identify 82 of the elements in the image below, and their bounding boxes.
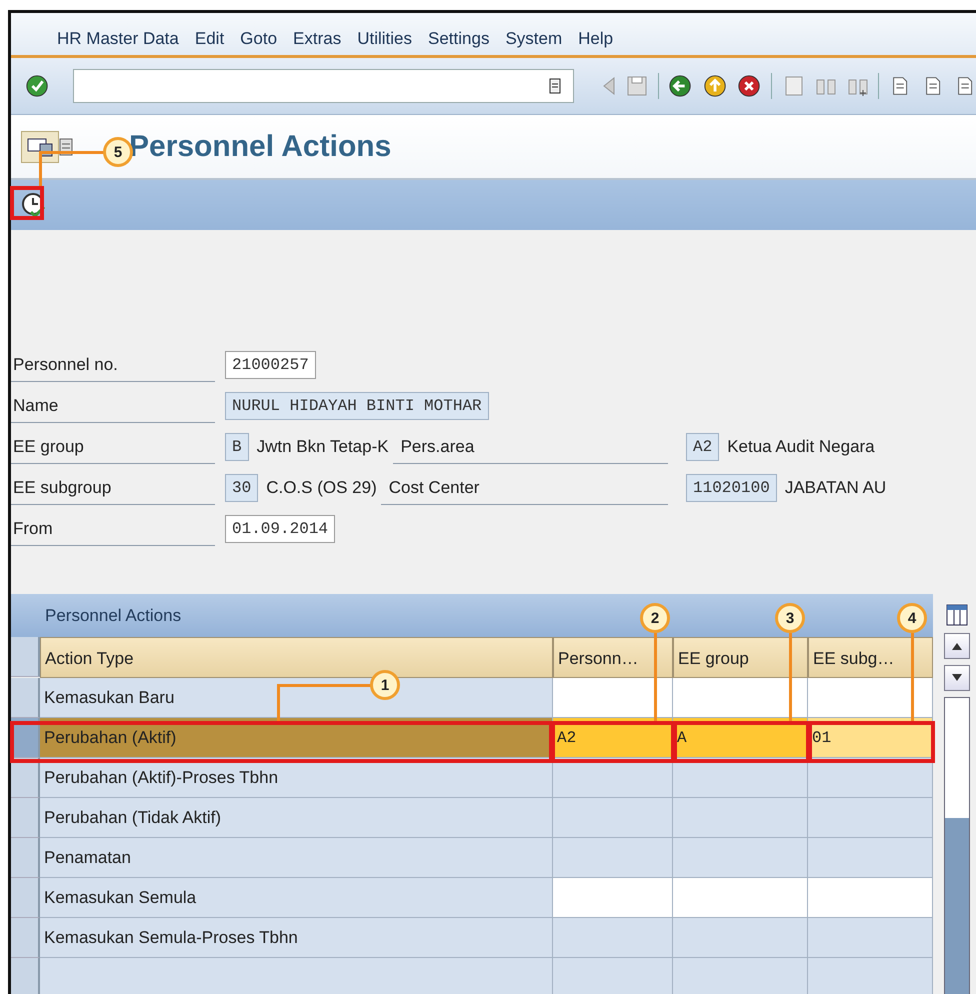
menu-item[interactable]: Utilities xyxy=(357,29,412,49)
table-cell[interactable] xyxy=(553,878,673,918)
save-icon[interactable] xyxy=(625,74,648,98)
row-selector[interactable] xyxy=(11,678,40,718)
field-label: EE group xyxy=(11,430,215,464)
menu-item[interactable]: Settings xyxy=(428,29,490,49)
down-arrow-icon xyxy=(952,674,962,682)
confirm-icon[interactable] xyxy=(25,73,50,99)
table-cell[interactable] xyxy=(553,798,673,838)
field-label: Pers.area xyxy=(392,430,668,464)
menu-item[interactable]: Extras xyxy=(293,29,342,49)
field-description: JABATAN AU xyxy=(784,478,886,498)
table-cell[interactable] xyxy=(553,918,673,958)
column-header[interactable]: EE group xyxy=(673,637,808,678)
field-label: From xyxy=(11,512,215,546)
menu-item[interactable]: Help xyxy=(578,29,614,49)
row-selector[interactable] xyxy=(11,798,40,838)
screen-icon[interactable] xyxy=(21,130,59,162)
column-header[interactable]: Action Type xyxy=(40,637,553,678)
row-selector[interactable] xyxy=(11,878,40,918)
field-label: Name xyxy=(11,388,215,422)
field-description: Ketua Audit Negara xyxy=(727,436,875,456)
column-settings-icon[interactable] xyxy=(945,603,969,627)
column-header[interactable]: EE subg… xyxy=(808,637,933,678)
column-header[interactable]: Personn… xyxy=(553,637,673,678)
menu-item[interactable]: Edit xyxy=(194,29,224,49)
table-cell[interactable] xyxy=(673,678,808,718)
table-cell[interactable] xyxy=(673,878,808,918)
input-field[interactable]: 30 xyxy=(225,474,258,502)
table-cell[interactable]: Perubahan (Tidak Aktif) xyxy=(40,798,553,838)
cancel-icon[interactable] xyxy=(736,73,761,99)
table-cell[interactable] xyxy=(808,918,933,958)
field-label: EE subgroup xyxy=(11,470,215,504)
highlight-frame xyxy=(10,186,44,220)
table-cell[interactable] xyxy=(808,958,933,994)
menu-item[interactable]: Goto xyxy=(240,29,278,49)
field-description: Jwtn Bkn Tetap-K xyxy=(256,436,389,456)
scroll-up-button[interactable] xyxy=(944,633,970,659)
menu-item[interactable]: HR Master Data xyxy=(57,29,179,49)
clock-check-icon[interactable] xyxy=(21,192,47,218)
menu-item[interactable]: System xyxy=(505,29,562,49)
table-cell[interactable] xyxy=(673,958,808,994)
table-cell[interactable] xyxy=(673,798,808,838)
table-cell[interactable] xyxy=(673,838,808,878)
table-corner[interactable] xyxy=(11,637,40,677)
table-cell[interactable] xyxy=(673,758,808,798)
back-icon[interactable] xyxy=(668,73,693,99)
command-field[interactable] xyxy=(73,69,574,103)
scrollbar-track[interactable] xyxy=(944,697,970,994)
dropdown-icon[interactable] xyxy=(549,78,562,94)
table-cell[interactable] xyxy=(808,678,933,718)
field-label: Cost Center xyxy=(380,470,668,504)
row-selector[interactable] xyxy=(11,918,40,958)
table-cell[interactable]: Kemasukan Semula-Proses Tbhn xyxy=(40,918,553,958)
row-selector[interactable] xyxy=(11,758,40,798)
field-description: C.O.S (OS 29) xyxy=(266,478,377,498)
input-field[interactable]: 01.09.2014 xyxy=(225,514,336,542)
input-field[interactable]: 21000257 xyxy=(225,350,316,378)
up-arrow-icon xyxy=(952,642,962,650)
scroll-down-button[interactable] xyxy=(944,665,970,691)
input-field[interactable]: B xyxy=(225,432,249,460)
input-field[interactable]: 11020100 xyxy=(686,474,777,502)
field-label: Personnel no. xyxy=(11,348,215,382)
table-cell[interactable] xyxy=(808,838,933,878)
table-cell[interactable] xyxy=(553,678,673,718)
input-field[interactable]: A2 xyxy=(686,432,720,460)
table-cell[interactable] xyxy=(553,838,673,878)
triangle-left-icon[interactable] xyxy=(602,76,616,96)
table-cell[interactable] xyxy=(808,758,933,798)
table-cell[interactable] xyxy=(553,758,673,798)
table-cell[interactable]: Penamatan xyxy=(40,838,553,878)
table-cell[interactable] xyxy=(553,958,673,994)
table-cell[interactable] xyxy=(673,918,808,958)
input-field[interactable]: NURUL HIDAYAH BINTI MOTHAR xyxy=(225,392,489,420)
row-selector[interactable] xyxy=(11,838,40,878)
table-cell[interactable] xyxy=(40,958,553,994)
scrollbar-thumb[interactable] xyxy=(945,698,969,818)
row-selector[interactable] xyxy=(11,958,40,994)
table-cell[interactable]: Perubahan (Aktif)-Proses Tbhn xyxy=(40,758,553,798)
table-cell[interactable]: Kemasukan Semula xyxy=(40,878,553,918)
table-cell[interactable] xyxy=(808,878,933,918)
table-cell[interactable] xyxy=(808,798,933,838)
